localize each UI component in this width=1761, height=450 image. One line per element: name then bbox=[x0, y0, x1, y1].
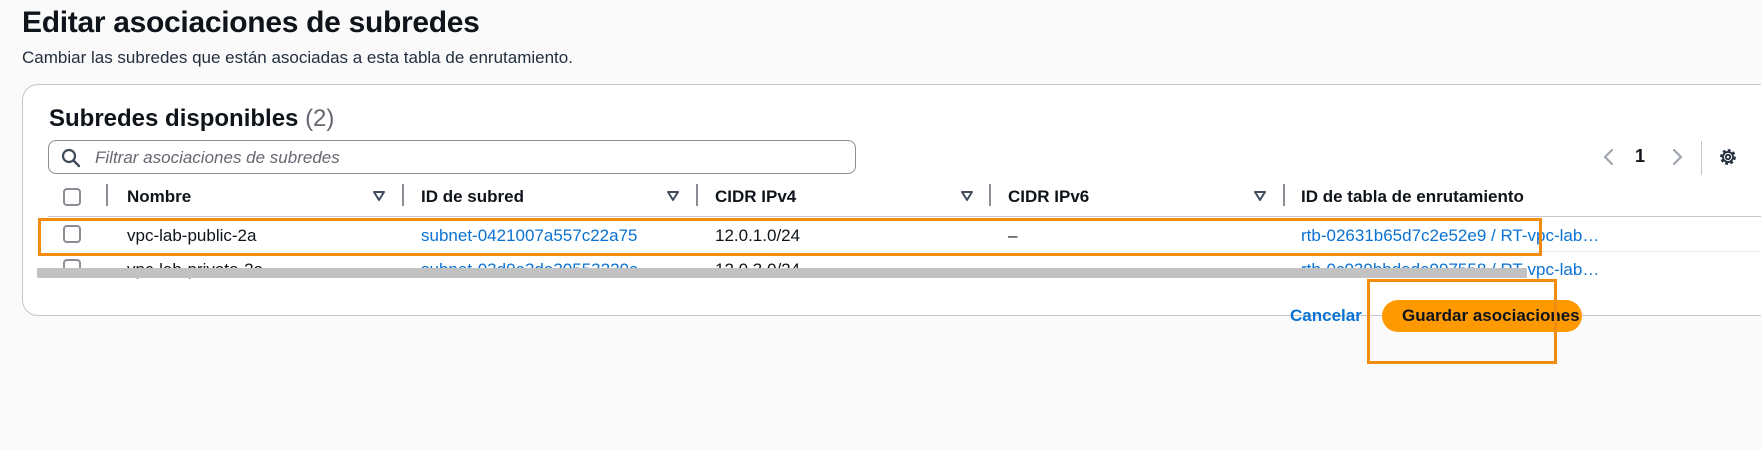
panel-count: (2) bbox=[305, 105, 335, 132]
sort-down-icon[interactable] bbox=[960, 189, 974, 203]
table-row[interactable]: vpc-lab-public-2a subnet-0421007a557c22a… bbox=[48, 217, 1761, 252]
pager-divider bbox=[1701, 141, 1702, 175]
horizontal-scrollbar[interactable] bbox=[37, 268, 1527, 278]
chevron-right-icon[interactable] bbox=[1665, 145, 1689, 169]
cidr-ipv4: 12.0.1.0/24 bbox=[715, 226, 801, 245]
column-divider bbox=[106, 184, 108, 206]
column-divider bbox=[402, 184, 404, 206]
column-divider bbox=[989, 184, 991, 206]
subnet-id-link[interactable]: subnet-0421007a557c22a75 bbox=[421, 226, 637, 246]
page-description: Cambiar las subredes que están asociadas… bbox=[22, 48, 573, 67]
sort-down-icon[interactable] bbox=[666, 189, 680, 203]
page-title: Editar asociaciones de subredes bbox=[22, 6, 480, 39]
row-checkbox[interactable] bbox=[63, 225, 81, 243]
column-divider bbox=[696, 184, 698, 206]
select-all-checkbox[interactable] bbox=[63, 188, 81, 206]
column-header-subnet-id[interactable]: ID de subred bbox=[421, 187, 524, 207]
column-header-cidr-ipv4[interactable]: CIDR IPv4 bbox=[715, 187, 796, 207]
chevron-left-icon[interactable] bbox=[1597, 145, 1621, 169]
filter-field[interactable] bbox=[48, 140, 856, 174]
cidr-ipv6: – bbox=[1008, 226, 1018, 245]
panel-title-text: Subredes disponibles bbox=[49, 105, 299, 132]
table-header: Nombre ID de subred CIDR IPv4 CIDR IPv6 … bbox=[48, 178, 1761, 217]
subnet-name: vpc-lab-public-2a bbox=[127, 226, 257, 245]
subnets-panel: Subredes disponibles (2) 1 Nombre bbox=[22, 84, 1761, 316]
search-icon bbox=[61, 148, 81, 168]
panel-title: Subredes disponibles (2) bbox=[49, 105, 334, 133]
gear-icon[interactable] bbox=[1717, 146, 1739, 168]
column-header-cidr-ipv6[interactable]: CIDR IPv6 bbox=[1008, 187, 1089, 207]
route-table-link[interactable]: rtb-02631b65d7c2e52e9 / RT-vpc-lab-publi… bbox=[1301, 226, 1601, 246]
sort-down-icon[interactable] bbox=[1253, 189, 1267, 203]
save-associations-button[interactable]: Guardar asociaciones bbox=[1382, 300, 1582, 332]
page-number[interactable]: 1 bbox=[1635, 146, 1645, 167]
column-header-name[interactable]: Nombre bbox=[127, 187, 191, 207]
sort-down-icon[interactable] bbox=[372, 189, 386, 203]
column-header-route-table[interactable]: ID de tabla de enrutamiento bbox=[1301, 187, 1524, 207]
column-divider bbox=[1283, 184, 1285, 206]
cancel-button[interactable]: Cancelar bbox=[1290, 306, 1362, 326]
filter-input[interactable] bbox=[93, 145, 837, 171]
